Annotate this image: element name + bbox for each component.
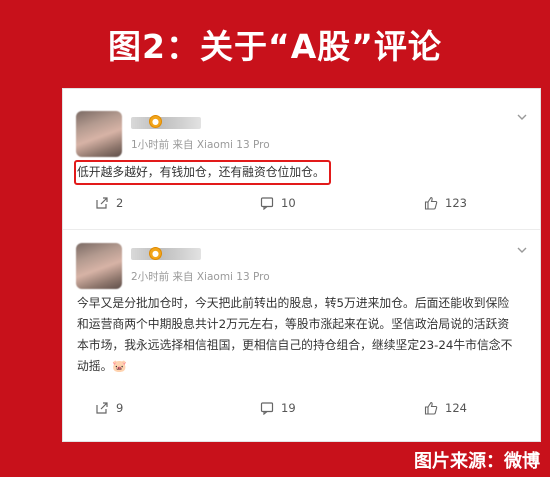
comments-panel: ● 1小时前 来自 Xiaomi 13 Pro 低开越多越好，有钱加仓，还有融资…	[62, 88, 541, 442]
repost-count: 2	[116, 196, 124, 210]
comment-button[interactable]: 19	[260, 401, 296, 415]
like-count: 124	[445, 401, 467, 415]
chevron-down-icon[interactable]	[516, 244, 528, 256]
like-button[interactable]: 124	[424, 401, 467, 415]
thumbs-up-icon	[424, 401, 438, 415]
comment-item: ● 2小时前 来自 Xiaomi 13 Pro 今早又是分批加仓时，今天把此前转…	[63, 229, 540, 441]
thumbs-up-icon	[424, 196, 438, 210]
repost-button[interactable]: 9	[95, 401, 123, 415]
comment-actions: 2 10 123	[63, 196, 540, 216]
comment-button[interactable]: 10	[260, 196, 296, 210]
repost-count: 9	[116, 401, 124, 415]
comment-text: 今早又是分批加仓时，今天把此前转出的股息，转5万进来加仓。后面还能收到保险和运营…	[77, 296, 513, 373]
footer: 图片来源：微博	[0, 440, 550, 477]
repost-icon	[96, 402, 108, 414]
comment-count: 19	[281, 401, 296, 415]
comment-icon	[260, 402, 274, 415]
image-source-caption: 图片来源：微博	[414, 451, 540, 472]
highlight-box	[74, 160, 331, 185]
comment-count: 10	[281, 196, 296, 210]
like-count: 123	[445, 196, 467, 210]
comment-item: ● 1小时前 来自 Xiaomi 13 Pro 低开越多越好，有钱加仓，还有融资…	[63, 89, 540, 229]
like-button[interactable]: 123	[424, 196, 467, 210]
vip-badge-icon: ●	[149, 115, 162, 128]
comment-icon	[260, 197, 274, 210]
banner: 图2：关于“A股”评论	[0, 0, 550, 88]
username-blurred[interactable]	[131, 117, 201, 129]
comment-meta: 1小时前 来自 Xiaomi 13 Pro	[131, 139, 270, 151]
banner-title: 图2：关于“A股”评论	[108, 27, 442, 66]
comment-meta: 2小时前 来自 Xiaomi 13 Pro	[131, 271, 270, 283]
chevron-down-icon[interactable]	[516, 111, 528, 123]
repost-icon	[96, 197, 108, 209]
avatar[interactable]	[76, 111, 122, 157]
repost-button[interactable]: 2	[95, 196, 123, 210]
comment-actions: 9 19 124	[63, 401, 540, 421]
username-blurred[interactable]	[131, 248, 201, 260]
vip-badge-icon: ●	[149, 247, 162, 260]
avatar[interactable]	[76, 243, 122, 289]
